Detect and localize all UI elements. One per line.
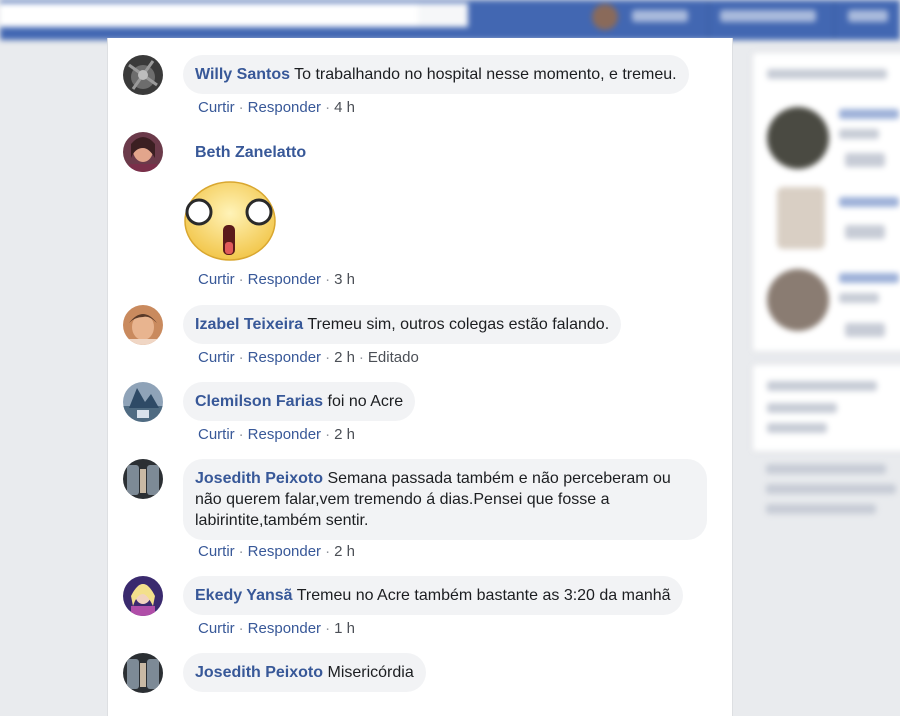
nav-friends-link[interactable] xyxy=(848,10,888,22)
comment-author[interactable]: Josedith Peixoto xyxy=(195,664,323,681)
avatar-photo-icon xyxy=(123,55,163,95)
comment-time[interactable]: 2 h xyxy=(334,543,355,560)
avatar[interactable] xyxy=(123,576,163,616)
comment-author[interactable]: Izabel Teixeira xyxy=(195,316,303,333)
comment-author[interactable]: Clemilson Farias xyxy=(195,393,323,410)
avatar[interactable] xyxy=(123,653,163,693)
avatar-photo-icon xyxy=(123,459,163,499)
comments-panel: Willy Santos To trabalhando no hospital … xyxy=(107,38,733,716)
avatar-photo-icon xyxy=(123,576,163,616)
sidebar-suggestions-box xyxy=(752,52,900,352)
avatar-photo-icon xyxy=(123,132,163,172)
comment-bubble: Josedith Peixoto Semana passada também e… xyxy=(183,459,707,540)
comment-text: Tremeu no Acre também bastante as 3:20 d… xyxy=(296,587,671,604)
reply-link[interactable]: Responder xyxy=(248,271,321,288)
avatar-photo-icon xyxy=(123,305,163,345)
comment-actions: Curtir · Responder · 1 h xyxy=(198,620,355,637)
comment-bubble: Ekedy Yansã Tremeu no Acre também bastan… xyxy=(183,576,683,615)
avatar-photo-icon xyxy=(123,653,163,693)
comment-actions: Curtir · Responder · 2 h xyxy=(198,543,355,560)
comment-text: To trabalhando no hospital nesse momento… xyxy=(294,66,677,83)
avatar[interactable] xyxy=(123,55,163,95)
comment-time[interactable]: 3 h xyxy=(334,271,355,288)
like-link[interactable]: Curtir xyxy=(198,99,235,116)
comment-time[interactable]: 2 h xyxy=(334,426,355,443)
edited-label[interactable]: Editado xyxy=(368,349,419,366)
comment-author[interactable]: Beth Zanelatto xyxy=(183,132,318,173)
comment-author[interactable]: Ekedy Yansã xyxy=(195,587,293,604)
reply-link[interactable]: Responder xyxy=(248,620,321,637)
top-navigation-bar xyxy=(0,0,900,40)
comment-time[interactable]: 1 h xyxy=(334,620,355,637)
comment-bubble: Josedith Peixoto Misericórdia xyxy=(183,653,426,692)
comment-text: Tremeu sim, outros colegas estão falando… xyxy=(307,316,610,333)
like-link[interactable]: Curtir xyxy=(198,543,235,560)
comment-text: Misericórdia xyxy=(327,664,414,681)
nav-home-link[interactable] xyxy=(720,10,816,22)
like-link[interactable]: Curtir xyxy=(198,426,235,443)
comment-bubble: Willy Santos To trabalhando no hospital … xyxy=(183,55,689,94)
comment-actions: Curtir · Responder · 2 h xyxy=(198,426,355,443)
search-input[interactable] xyxy=(0,3,468,27)
profile-avatar[interactable] xyxy=(592,4,618,30)
comment-author[interactable]: Willy Santos xyxy=(195,66,290,83)
comment-text: foi no Acre xyxy=(327,393,404,410)
comment-actions: Curtir · Responder · 4 h xyxy=(198,99,355,116)
comment-bubble: Izabel Teixeira Tremeu sim, outros coleg… xyxy=(183,305,622,344)
comment-actions: Curtir · Responder · 3 h xyxy=(198,271,355,288)
like-link[interactable]: Curtir xyxy=(198,271,235,288)
shocked-face-sticker-icon xyxy=(184,181,276,261)
comment-time[interactable]: 2 h xyxy=(334,349,355,366)
avatar[interactable] xyxy=(123,132,163,172)
comment-time[interactable]: 4 h xyxy=(334,99,355,116)
reply-link[interactable]: Responder xyxy=(248,426,321,443)
comment-bubble: Clemilson Farias foi no Acre xyxy=(183,382,416,421)
comment-actions: Curtir · Responder · 2 h · Editado xyxy=(198,349,419,366)
reply-link[interactable]: Responder xyxy=(248,99,321,116)
like-link[interactable]: Curtir xyxy=(198,349,235,366)
reply-link[interactable]: Responder xyxy=(248,349,321,366)
right-sidebar xyxy=(752,52,900,534)
reply-link[interactable]: Responder xyxy=(248,543,321,560)
avatar[interactable] xyxy=(123,382,163,422)
avatar[interactable] xyxy=(123,459,163,499)
avatar-photo-icon xyxy=(123,382,163,422)
avatar[interactable] xyxy=(123,305,163,345)
nav-profile-link[interactable] xyxy=(632,10,688,22)
sidebar-language-box xyxy=(752,364,900,452)
search-button[interactable] xyxy=(418,3,468,27)
like-link[interactable]: Curtir xyxy=(198,620,235,637)
comment-author[interactable]: Josedith Peixoto xyxy=(195,470,323,487)
